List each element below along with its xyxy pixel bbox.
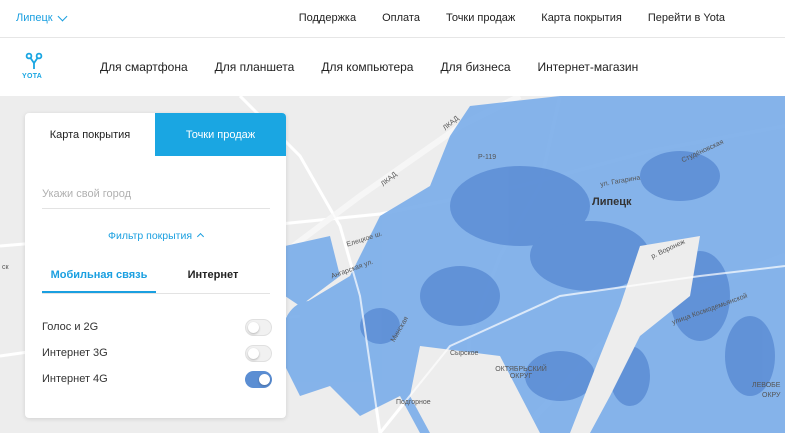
map-label-edge-left: ск: [2, 264, 9, 271]
city-selector[interactable]: Липецк: [16, 11, 68, 24]
option-internet-3g: Интернет 3G: [42, 344, 272, 364]
city-selector-label: Липецк: [16, 12, 53, 24]
tab-mobile[interactable]: Мобильная связь: [42, 263, 156, 293]
top-link-go-to-yota[interactable]: Перейти в Yota: [648, 12, 725, 24]
nav-item-smartphone[interactable]: Для смартфона: [100, 60, 188, 74]
top-link-payment[interactable]: Оплата: [382, 12, 420, 24]
voice-2g-toggle[interactable]: [245, 319, 272, 336]
map-label-syrskoe: Сырское: [450, 350, 479, 357]
nav-item-computer[interactable]: Для компьютера: [321, 60, 413, 74]
coverage-type-tabs: Мобильная связь Интернет: [42, 263, 270, 294]
city-search-input[interactable]: [42, 179, 270, 209]
map-label-okru: ОКРУ: [762, 392, 781, 399]
nav-item-tablet[interactable]: Для планшета: [215, 60, 295, 74]
toggle-knob: [248, 348, 259, 359]
nav-item-online-store[interactable]: Интернет-магазин: [538, 60, 639, 74]
top-link-coverage-map[interactable]: Карта покрытия: [541, 12, 622, 24]
map-label-city: Липецк: [592, 196, 632, 208]
coverage-filter-label: Фильтр покрытия: [107, 230, 193, 242]
option-voice-2g: Голос и 2G: [42, 318, 272, 338]
internet-4g-toggle[interactable]: [245, 371, 272, 388]
nav-item-business[interactable]: Для бизнеса: [440, 60, 510, 74]
coverage-panel: Карта покрытия Точки продаж Фильтр покры…: [25, 113, 286, 418]
yota-logo[interactable]: YOTA: [22, 52, 46, 82]
map-label-podgornoe: Подгорное: [396, 399, 431, 406]
option-label: Интернет 3G: [42, 347, 108, 359]
tab-internet[interactable]: Интернет: [156, 263, 270, 293]
product-nav: Для смартфона Для планшета Для компьютер…: [100, 60, 665, 74]
top-links: Поддержка Оплата Точки продаж Карта покр…: [273, 12, 725, 24]
chevron-up-icon: [196, 232, 205, 241]
tab-coverage-map[interactable]: Карта покрытия: [25, 113, 155, 156]
map-label-road: Р-119: [478, 154, 497, 161]
option-internet-4g: Интернет 4G: [42, 370, 272, 390]
top-bar: Липецк Поддержка Оплата Точки продаж Кар…: [0, 0, 785, 38]
top-link-sales-points[interactable]: Точки продаж: [446, 12, 515, 24]
toggle-knob: [259, 374, 270, 385]
toggle-knob: [248, 322, 259, 333]
top-link-support[interactable]: Поддержка: [299, 12, 356, 24]
option-label: Интернет 4G: [42, 373, 108, 385]
chevron-down-icon: [57, 11, 68, 21]
logo-text: YOTA: [22, 73, 43, 80]
main-nav: YOTA Для смартфона Для планшета Для комп…: [0, 38, 785, 96]
internet-3g-toggle[interactable]: [245, 345, 272, 362]
tab-sales-points[interactable]: Точки продаж: [155, 113, 286, 156]
map-label-oktyabrsky: ОКТЯБРЬСКИЙ ОКРУГ: [495, 366, 547, 380]
option-label: Голос и 2G: [42, 321, 99, 333]
panel-tabs: Карта покрытия Точки продаж: [25, 113, 286, 156]
yota-logo-icon: [25, 52, 43, 69]
coverage-filter-toggle[interactable]: Фильтр покрытия: [25, 230, 286, 242]
map-label-levobe: ЛЕВОБЕ: [752, 382, 781, 389]
